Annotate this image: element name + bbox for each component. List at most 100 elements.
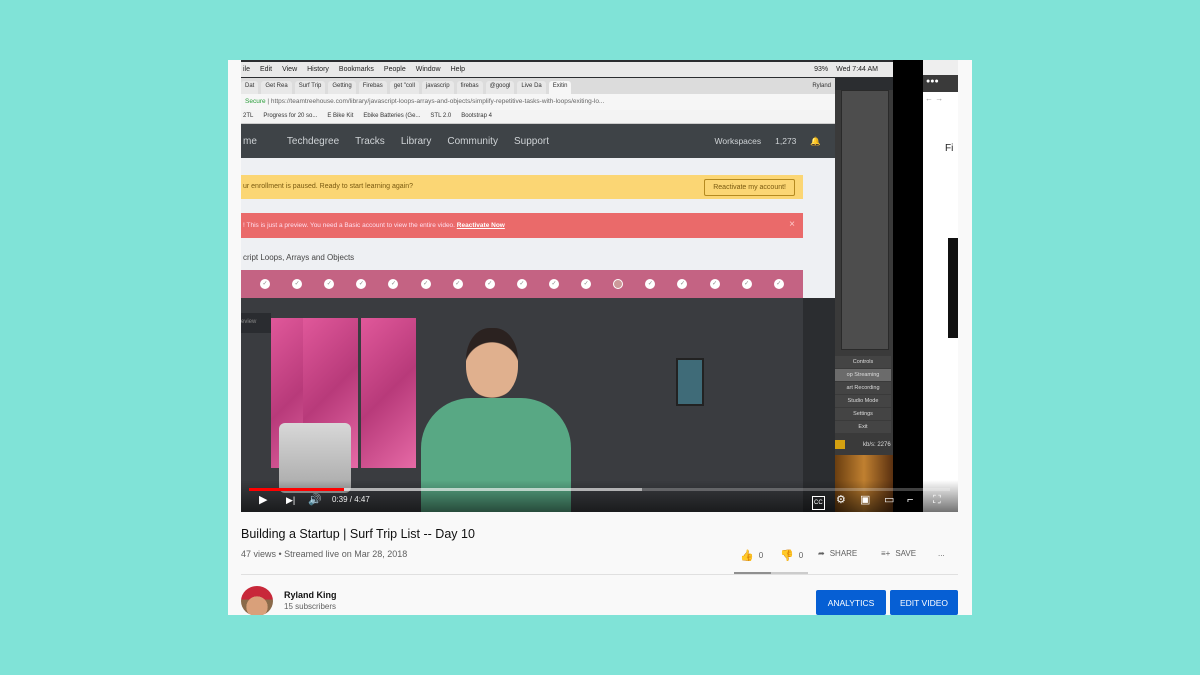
browser-tab: firebas xyxy=(456,81,483,94)
more-actions-button[interactable]: ... xyxy=(938,549,945,558)
theater-icon[interactable]: ▭ xyxy=(884,494,894,506)
nav-item: Techdegree xyxy=(286,135,340,147)
channel-avatar[interactable] xyxy=(241,586,273,615)
share-label: SHARE xyxy=(829,549,858,558)
obs-window: Controls op Streaming art Recording Stud… xyxy=(835,90,893,512)
browser-tab: Live Da xyxy=(517,81,546,94)
browser-tab: Surf Trip xyxy=(294,81,326,94)
treehouse-content: ur enrollment is paused. Ready to start … xyxy=(241,158,835,298)
enrollment-banner: ur enrollment is paused. Ready to start … xyxy=(241,175,803,199)
check-icon: ✓ xyxy=(420,279,431,289)
menu-item: Window xyxy=(415,66,441,73)
check-icon: ✓ xyxy=(388,279,399,289)
like-button[interactable]: 👍 0 xyxy=(740,549,763,562)
banner-text: ! This is just a preview. You need a Bas… xyxy=(243,222,455,229)
treehouse-nav: me Techdegree Tracks Library Community S… xyxy=(241,124,835,158)
url: https://teamtreehouse.com/library/javasc… xyxy=(270,98,605,105)
current-step-avatar xyxy=(613,279,624,289)
browser-tab: javascrip xyxy=(421,81,454,94)
reactivate-now-link: Reactivate Now xyxy=(456,222,505,229)
progress-bar[interactable] xyxy=(249,488,950,491)
workspaces: Workspaces xyxy=(714,136,762,146)
check-icon: ✓ xyxy=(356,279,367,289)
edit-video-button[interactable]: EDIT VIDEO xyxy=(890,590,958,615)
share-arrow-icon: ➦ xyxy=(818,549,825,558)
black-gap xyxy=(893,60,923,512)
captions-icon[interactable]: CC xyxy=(812,496,825,510)
check-icon: ✓ xyxy=(773,279,784,289)
secure-label: Secure xyxy=(245,98,266,105)
menu-item: Edit xyxy=(260,66,273,73)
profile-name: Ryland xyxy=(812,83,831,89)
check-icon: ✓ xyxy=(645,279,656,289)
clock: Wed 7:44 AM xyxy=(836,66,878,73)
check-icon: ✓ xyxy=(260,279,271,289)
save-label: SAVE xyxy=(895,549,917,558)
miniplayer-icon[interactable]: ▣ xyxy=(860,494,870,506)
nav-item: Community xyxy=(447,135,498,147)
like-count: 0 xyxy=(758,551,764,560)
check-icon: ✓ xyxy=(677,279,688,289)
fullscreen-icon[interactable]: ⛶ xyxy=(933,494,941,506)
check-icon: ✓ xyxy=(549,279,560,289)
close-icon: × xyxy=(789,219,795,230)
next-icon[interactable]: ▶| xyxy=(286,494,295,506)
menu-item: Help xyxy=(450,66,466,73)
obs-menu-item: art Recording xyxy=(835,382,891,394)
browser-tab-active: Exitin xyxy=(548,81,572,94)
browser-tab: Getting xyxy=(328,81,356,94)
dislike-button[interactable]: 👎 0 xyxy=(780,549,803,562)
check-icon: ✓ xyxy=(709,279,720,289)
kbps: kb/s: 2276 xyxy=(863,442,891,448)
course-title: cript Loops, Arrays and Objects xyxy=(243,253,355,262)
points: 1,273 xyxy=(775,136,797,146)
browser-tab: get "coll xyxy=(389,81,419,94)
thumbs-up-icon: 👍 xyxy=(740,550,754,562)
banner-text: ur enrollment is paused. Ready to start … xyxy=(243,183,414,190)
check-icon: ✓ xyxy=(292,279,303,289)
bookmark: E Bike Kit xyxy=(327,113,354,119)
channel-name[interactable]: Ryland King xyxy=(284,590,337,600)
nav-item: Tracks xyxy=(355,135,385,147)
thumbs-down-icon: 👎 xyxy=(780,550,794,562)
browser-tab: Dat xyxy=(241,81,259,94)
check-icon: ✓ xyxy=(484,279,495,289)
menu-item: Bookmarks xyxy=(338,66,374,73)
share-button[interactable]: ➦ SHARE xyxy=(818,549,857,558)
bookmarks-bar: 2TL Progress for 20 so... E Bike Kit Ebi… xyxy=(241,110,835,124)
address-bar: Secure | https://teamtreehouse.com/libra… xyxy=(241,94,835,110)
player-controls: ▶ ▶| 🔊 0:39 / 4:47 CC ⚙ ▣ ▭ ⌐ ⛶ xyxy=(241,480,958,512)
bell-icon: 🔔 xyxy=(810,135,821,146)
wall-frame xyxy=(676,358,704,406)
obs-menu-item: Exit xyxy=(835,421,891,433)
menu-item: History xyxy=(307,66,329,73)
playlist-add-icon: ≡+ xyxy=(881,549,891,558)
check-icon: ✓ xyxy=(452,279,463,289)
preview-label: eview xyxy=(241,313,271,333)
nav-item: Support xyxy=(513,135,549,147)
video-player[interactable]: ile Edit View History Bookmarks People W… xyxy=(241,60,958,512)
settings-gear-icon[interactable]: ⚙ xyxy=(836,494,846,506)
cast-icon[interactable]: ⌐ xyxy=(907,494,913,506)
check-icon: ✓ xyxy=(516,279,527,289)
check-icon: ✓ xyxy=(741,279,752,289)
course-steps: ✓ ✓ ✓ ✓ ✓ ✓ ✓ ✓ ✓ ✓ ✓ ✓ ✓ ✓ ✓ ✓ xyxy=(241,270,803,298)
bookmark: Ebike Batteries (Ge... xyxy=(363,113,421,119)
play-icon[interactable]: ▶ xyxy=(259,494,267,506)
check-icon: ✓ xyxy=(324,279,335,289)
battery-text: 93% xyxy=(814,66,829,73)
save-button[interactable]: ≡+ SAVE xyxy=(881,549,916,558)
nav-item: me xyxy=(243,135,257,147)
right-window-text: Fi xyxy=(945,143,954,154)
volume-icon[interactable]: 🔊 xyxy=(308,494,322,506)
nav-item: Library xyxy=(400,135,432,147)
reactivate-button: Reactivate my account! xyxy=(704,179,795,196)
obs-menu-item: Settings xyxy=(835,408,891,420)
menu-item: ile xyxy=(243,66,251,73)
bookmark: STL 2.0 xyxy=(430,113,452,119)
menu-item: People xyxy=(383,66,406,73)
subscriber-count: 15 subscribers xyxy=(284,602,337,611)
bookmark: Progress for 20 so... xyxy=(263,113,318,119)
video-title: Building a Startup | Surf Trip List -- D… xyxy=(241,527,475,541)
analytics-button[interactable]: ANALYTICS xyxy=(816,590,886,615)
